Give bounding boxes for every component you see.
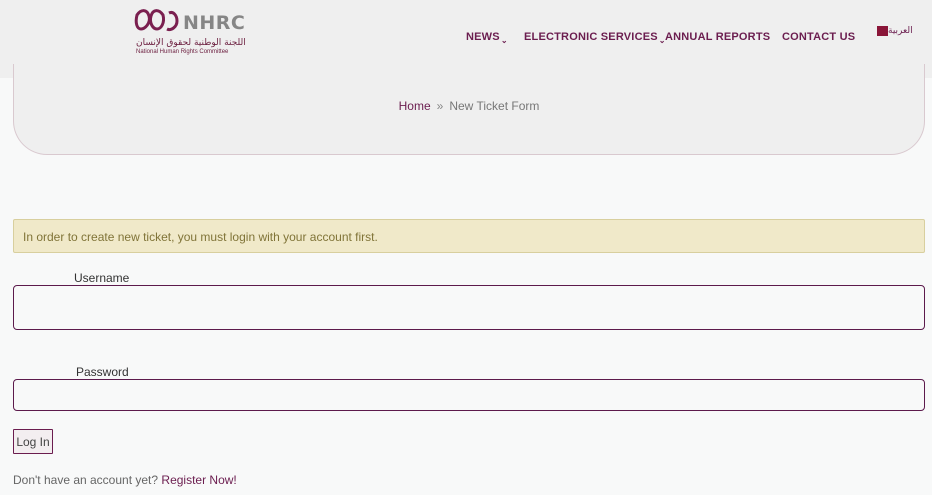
logo-arabic-name: اللجنة الوطنية لحقوق الإنسان	[136, 38, 246, 48]
nav-news-label: NEWS	[466, 31, 500, 43]
nav-annual-reports-label: ANNUAL REPORTS	[665, 31, 771, 43]
breadcrumb-current: New Ticket Form	[449, 99, 540, 113]
site-logo[interactable]: NHRC اللجنة الوطنية لحقوق الإنسان Nation…	[0, 0, 260, 70]
breadcrumb: Home » New Ticket Form	[14, 99, 924, 113]
logo-abbreviation: NHRC	[183, 12, 246, 34]
nav-annual-reports[interactable]: ANNUAL REPORTS	[665, 31, 770, 43]
register-now-link[interactable]: Register Now!	[161, 473, 236, 487]
register-prompt: Don't have an account yet? Register Now!	[13, 473, 237, 487]
nav-contact-us[interactable]: CONTACT US	[782, 31, 855, 43]
language-switch[interactable]: العربية	[877, 25, 913, 37]
breadcrumb-separator: »	[436, 99, 444, 113]
nav-contact-us-label: CONTACT US	[782, 31, 856, 43]
password-label: Password	[76, 365, 129, 379]
username-label: Username	[74, 271, 130, 285]
breadcrumb-home-link[interactable]: Home	[399, 99, 431, 113]
login-required-notice: In order to create new ticket, you must …	[13, 219, 925, 253]
username-input[interactable]	[13, 285, 925, 330]
login-button[interactable]: Log In	[13, 429, 53, 454]
nav-electronic-services-label: ELECTRONIC SERVICES	[524, 31, 658, 43]
register-prompt-text: Don't have an account yet?	[13, 473, 159, 487]
language-label: العربية	[888, 26, 913, 36]
chevron-down-icon: ⌄	[500, 36, 508, 45]
nav-electronic-services[interactable]: ELECTRONIC SERVICES⌄	[524, 31, 666, 45]
logo-english-name: National Human Rights Committee	[136, 49, 229, 55]
page-banner: Home » New Ticket Form	[13, 64, 925, 155]
qatar-flag-icon	[877, 26, 888, 36]
nav-news[interactable]: NEWS⌄	[466, 31, 508, 45]
password-input[interactable]	[13, 379, 925, 411]
